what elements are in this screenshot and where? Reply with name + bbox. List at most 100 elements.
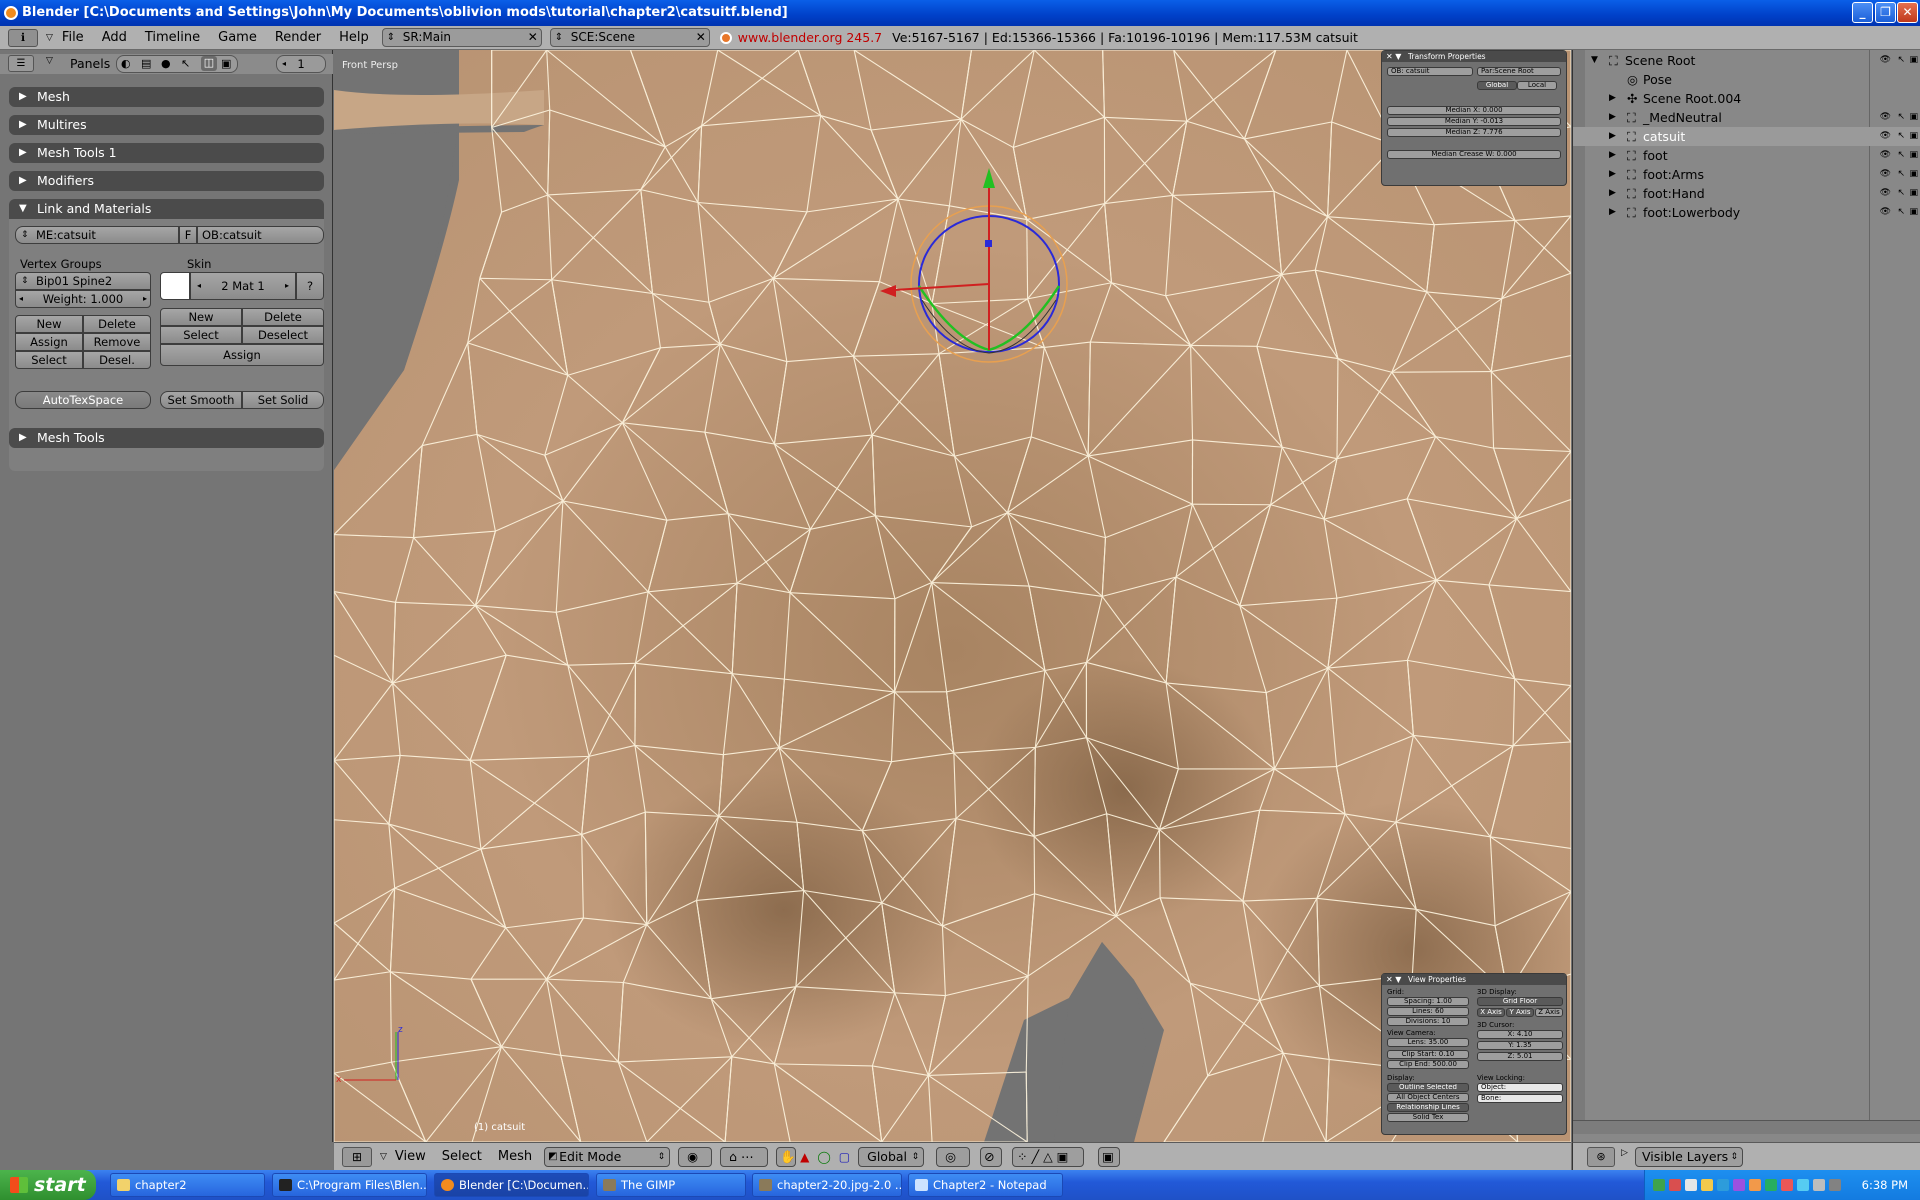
panel-tab-multires[interactable]: ▶ Multires xyxy=(9,115,324,135)
vgroup-delete-button[interactable]: Delete xyxy=(83,315,151,333)
visibility-eye-icon[interactable]: 👁 xyxy=(1880,127,1891,146)
menu-view[interactable]: View xyxy=(387,1149,434,1164)
expand-triangle-icon[interactable]: ▶ xyxy=(1609,127,1616,146)
visibility-eye-icon[interactable]: 👁 xyxy=(1880,146,1891,165)
all-object-centers-toggle[interactable]: All Object Centers xyxy=(1387,1093,1469,1102)
outliner-item-catsuit[interactable]: ▶ ⛶ catsuit 👁 ↖ ▣ xyxy=(1573,127,1920,146)
expand-triangle-icon[interactable]: ▶ xyxy=(1609,203,1616,222)
rotate-manipulator-icon[interactable]: ◯ xyxy=(817,1150,830,1164)
material-delete-button[interactable]: Delete xyxy=(242,308,324,326)
render-camera-icon[interactable]: ▣ xyxy=(1909,127,1918,146)
vgroup-remove-button[interactable]: Remove xyxy=(83,333,151,351)
render-camera-icon[interactable]: ▣ xyxy=(1909,165,1918,184)
scene-delete-icon[interactable]: ✕ xyxy=(696,29,706,46)
set-smooth-button[interactable]: Set Smooth xyxy=(160,391,242,409)
outliner-item-scene-root[interactable]: ▼ ⛶ Scene Root 👁 ↖ ▣ xyxy=(1573,51,1920,70)
menu-select[interactable]: Select xyxy=(434,1149,490,1164)
tray-security-icon[interactable] xyxy=(1669,1179,1681,1191)
visibility-eye-icon[interactable]: 👁 xyxy=(1880,108,1891,127)
draw-type-icon[interactable]: ◉ xyxy=(678,1146,713,1167)
local-toggle[interactable]: Local xyxy=(1517,81,1557,90)
render-camera-icon[interactable]: ▣ xyxy=(1909,184,1918,203)
tray-usb-icon[interactable] xyxy=(1829,1179,1841,1191)
material-new-button[interactable]: New xyxy=(160,308,242,326)
vgroup-select-button[interactable]: Select xyxy=(15,351,83,369)
decrement-arrow-icon[interactable]: ◂ xyxy=(197,273,201,299)
solid-tex-toggle[interactable]: Solid Tex xyxy=(1387,1113,1469,1122)
taskbar-item-notepad[interactable]: Chapter2 - Notepad xyxy=(908,1173,1063,1197)
material-color-swatch[interactable] xyxy=(160,272,190,300)
collapse-arrow-icon[interactable]: ▽ xyxy=(46,56,53,66)
transform-properties-header[interactable]: ✕ ▼ Transform Properties xyxy=(1382,51,1566,62)
relationship-lines-toggle[interactable]: Relationship Lines xyxy=(1387,1103,1469,1112)
parent-field[interactable]: Par:Scene Root xyxy=(1477,67,1561,76)
menu-timeline[interactable]: Timeline xyxy=(136,30,209,45)
translate-manipulator-icon[interactable]: ▲ xyxy=(800,1150,809,1164)
visibility-eye-icon[interactable]: 👁 xyxy=(1880,165,1891,184)
screen-selector[interactable]: ⇕ SR:Main ✕ xyxy=(381,28,542,47)
visibility-eye-icon[interactable]: 👁 xyxy=(1880,203,1891,222)
collapse-triangle-icon[interactable]: ▼ xyxy=(1591,51,1598,70)
global-toggle[interactable]: Global xyxy=(1477,81,1517,90)
cursor-x-field[interactable]: X: 4.10 xyxy=(1477,1030,1563,1039)
lock-bone-field[interactable]: Bone: xyxy=(1477,1094,1563,1103)
tray-network-icon[interactable] xyxy=(1653,1179,1665,1191)
render-view-icon[interactable]: ▣ xyxy=(1098,1146,1121,1167)
outliner[interactable]: ▼ ⛶ Scene Root 👁 ↖ ▣ ◎ Pose ▶ ✣ Scene Root.004 ▶… xyxy=(1572,50,1920,1142)
tray-antivirus-icon[interactable] xyxy=(1781,1179,1793,1191)
outliner-item-medneutral[interactable]: ▶ ⛶ _MedNeutral 👁 ↖ ▣ xyxy=(1573,108,1920,127)
taskbar-item-gimp[interactable]: The GIMP xyxy=(596,1173,746,1197)
clip-start-field[interactable]: Clip Start: 0.10 xyxy=(1387,1050,1469,1059)
select-cursor-icon[interactable]: ↖ xyxy=(1897,184,1905,203)
visibility-eye-icon[interactable]: 👁 xyxy=(1880,184,1891,203)
start-button[interactable]: start xyxy=(0,1170,96,1200)
autotexspace-toggle[interactable]: AutoTexSpace xyxy=(15,391,151,409)
scale-manipulator-icon[interactable]: ▢ xyxy=(839,1150,850,1164)
outliner-item-pose[interactable]: ◎ Pose xyxy=(1573,70,1920,89)
tray-update-icon[interactable] xyxy=(1717,1179,1729,1191)
vgroup-new-button[interactable]: New xyxy=(15,315,83,333)
outliner-item-foot[interactable]: ▶ ⛶ foot 👁 ↖ ▣ xyxy=(1573,146,1920,165)
select-cursor-icon[interactable]: ↖ xyxy=(1897,203,1905,222)
set-solid-button[interactable]: Set Solid xyxy=(242,391,324,409)
lens-field[interactable]: Lens: 35.00 xyxy=(1387,1038,1469,1047)
material-deselect-button[interactable]: Deselect xyxy=(242,326,324,344)
tray-volume-icon[interactable] xyxy=(1813,1179,1825,1191)
tray-bluetooth-icon[interactable] xyxy=(1797,1179,1809,1191)
mesh-datablock-field[interactable]: ⇕ ME:catsuit xyxy=(15,226,179,244)
outliner-item-scene-root-004[interactable]: ▶ ✣ Scene Root.004 xyxy=(1573,89,1920,108)
grid-spacing-field[interactable]: Spacing: 1.00 xyxy=(1387,997,1469,1006)
outline-selected-toggle[interactable]: Outline Selected xyxy=(1387,1083,1469,1092)
outliner-item-foot-lowerbody[interactable]: ▶ ⛶ foot:Lowerbody 👁 ↖ ▣ xyxy=(1573,203,1920,222)
shading-icon[interactable]: ● xyxy=(161,57,171,70)
z-axis-toggle[interactable]: Z Axis xyxy=(1535,1008,1563,1017)
render-camera-icon[interactable]: ▣ xyxy=(1909,51,1918,70)
object-name-field[interactable]: OB: catsuit xyxy=(1387,67,1473,76)
render-camera-icon[interactable]: ▣ xyxy=(1909,146,1918,165)
decrement-arrow-icon[interactable]: ◂ xyxy=(19,291,23,307)
tray-mail-icon[interactable] xyxy=(1749,1179,1761,1191)
tray-chat-icon[interactable] xyxy=(1765,1179,1777,1191)
increment-arrow-icon[interactable]: ▸ xyxy=(285,273,289,299)
menu-file[interactable]: File xyxy=(53,30,93,45)
collapse-arrow-icon[interactable]: ▽ xyxy=(46,33,53,43)
editing-icon[interactable]: ◫ xyxy=(201,56,217,71)
context-icon-group[interactable] xyxy=(116,55,238,73)
3d-viewport[interactable]: z x Front Persp (1) catsuit ✕ ▼ Transform… xyxy=(334,50,1571,1142)
grid-lines-field[interactable]: Lines: 60 xyxy=(1387,1007,1469,1016)
scene-icon[interactable]: ▣ xyxy=(221,57,231,70)
material-index-field[interactable]: ◂ 2 Mat 1 ▸ xyxy=(190,272,296,300)
visibility-eye-icon[interactable]: 👁 xyxy=(1880,51,1891,70)
lock-object-field[interactable]: Object: xyxy=(1477,1083,1563,1092)
select-cursor-icon[interactable]: ↖ xyxy=(1897,51,1905,70)
hand-manipulator-icon[interactable]: ✋ xyxy=(776,1146,797,1167)
editor-type-icon[interactable]: ℹ xyxy=(8,28,38,47)
view-properties-header[interactable]: ✕ ▼ View Properties xyxy=(1382,974,1566,985)
render-camera-icon[interactable]: ▣ xyxy=(1909,203,1918,222)
render-camera-icon[interactable]: ▣ xyxy=(1909,108,1918,127)
outliner-item-foot-hand[interactable]: ▶ ⛶ foot:Hand 👁 ↖ ▣ xyxy=(1573,184,1920,203)
tray-display-icon[interactable] xyxy=(1685,1179,1697,1191)
clock[interactable]: 6:38 PM xyxy=(1862,1170,1908,1200)
grid-floor-toggle[interactable]: Grid Floor xyxy=(1477,997,1563,1006)
panel-tab-link-and-materials[interactable]: ▼ Link and Materials xyxy=(9,199,324,219)
